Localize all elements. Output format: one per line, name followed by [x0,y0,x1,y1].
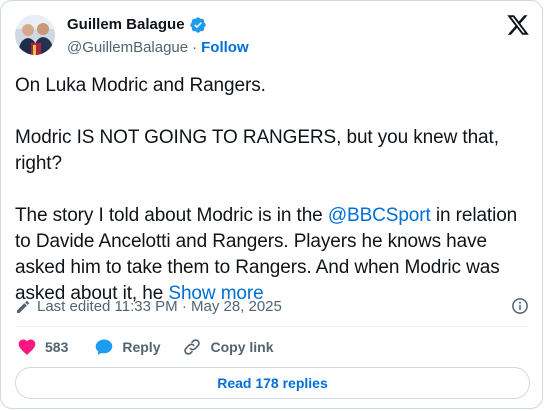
pencil-icon [17,300,30,313]
copy-link-label: Copy link [210,339,274,355]
follow-button[interactable]: Follow [201,38,249,58]
author-handle-row: @GuillemBalague · Follow [67,38,249,58]
author-display-name[interactable]: Guillem Balague [67,15,185,35]
info-icon[interactable] [511,297,529,315]
tweet-paragraph-3: The story I told about Modric is in the … [15,203,535,307]
tweet-actions: 583 Reply Copy link [17,337,274,357]
tweet-paragraph-3-start: The story I told about Modric is in the [15,205,328,226]
read-replies-label: Read 178 replies [217,375,328,391]
separator-dot: · [192,39,198,56]
edited-timestamp: Last edited 11:33 PM · May 28, 2025 [37,298,282,315]
read-replies-button[interactable]: Read 178 replies [15,367,530,399]
divider [15,326,528,327]
mention-link[interactable]: @BBCSport [328,205,431,226]
copy-link-button[interactable]: Copy link [182,337,274,357]
author-name-row: Guillem Balague [67,15,207,35]
tweet-paragraph-1: On Luka Modric and Rangers. [15,75,266,96]
verified-badge-icon [189,17,206,33]
link-icon [184,339,201,355]
tweet-paragraph-2: Modric IS NOT GOING TO RANGERS, but you … [15,127,499,174]
tweet-card: Guillem Balague @GuillemBalague · Follow… [0,0,543,409]
avatar-photo [15,15,55,55]
like-button[interactable]: 583 [17,337,68,357]
tweet-text: On Luka Modric and Rangers. Modric IS NO… [15,73,535,307]
reply-button[interactable]: Reply [94,337,160,357]
author-avatar[interactable] [15,15,55,55]
like-count: 583 [45,339,69,355]
x-logo-icon[interactable] [506,13,530,37]
reply-label: Reply [122,339,161,355]
author-handle[interactable]: @GuillemBalague [67,38,188,58]
speech-bubble-icon [96,339,113,355]
edited-timestamp-row[interactable]: Last edited 11:33 PM · May 28, 2025 [15,297,282,317]
heart-icon [18,339,36,355]
